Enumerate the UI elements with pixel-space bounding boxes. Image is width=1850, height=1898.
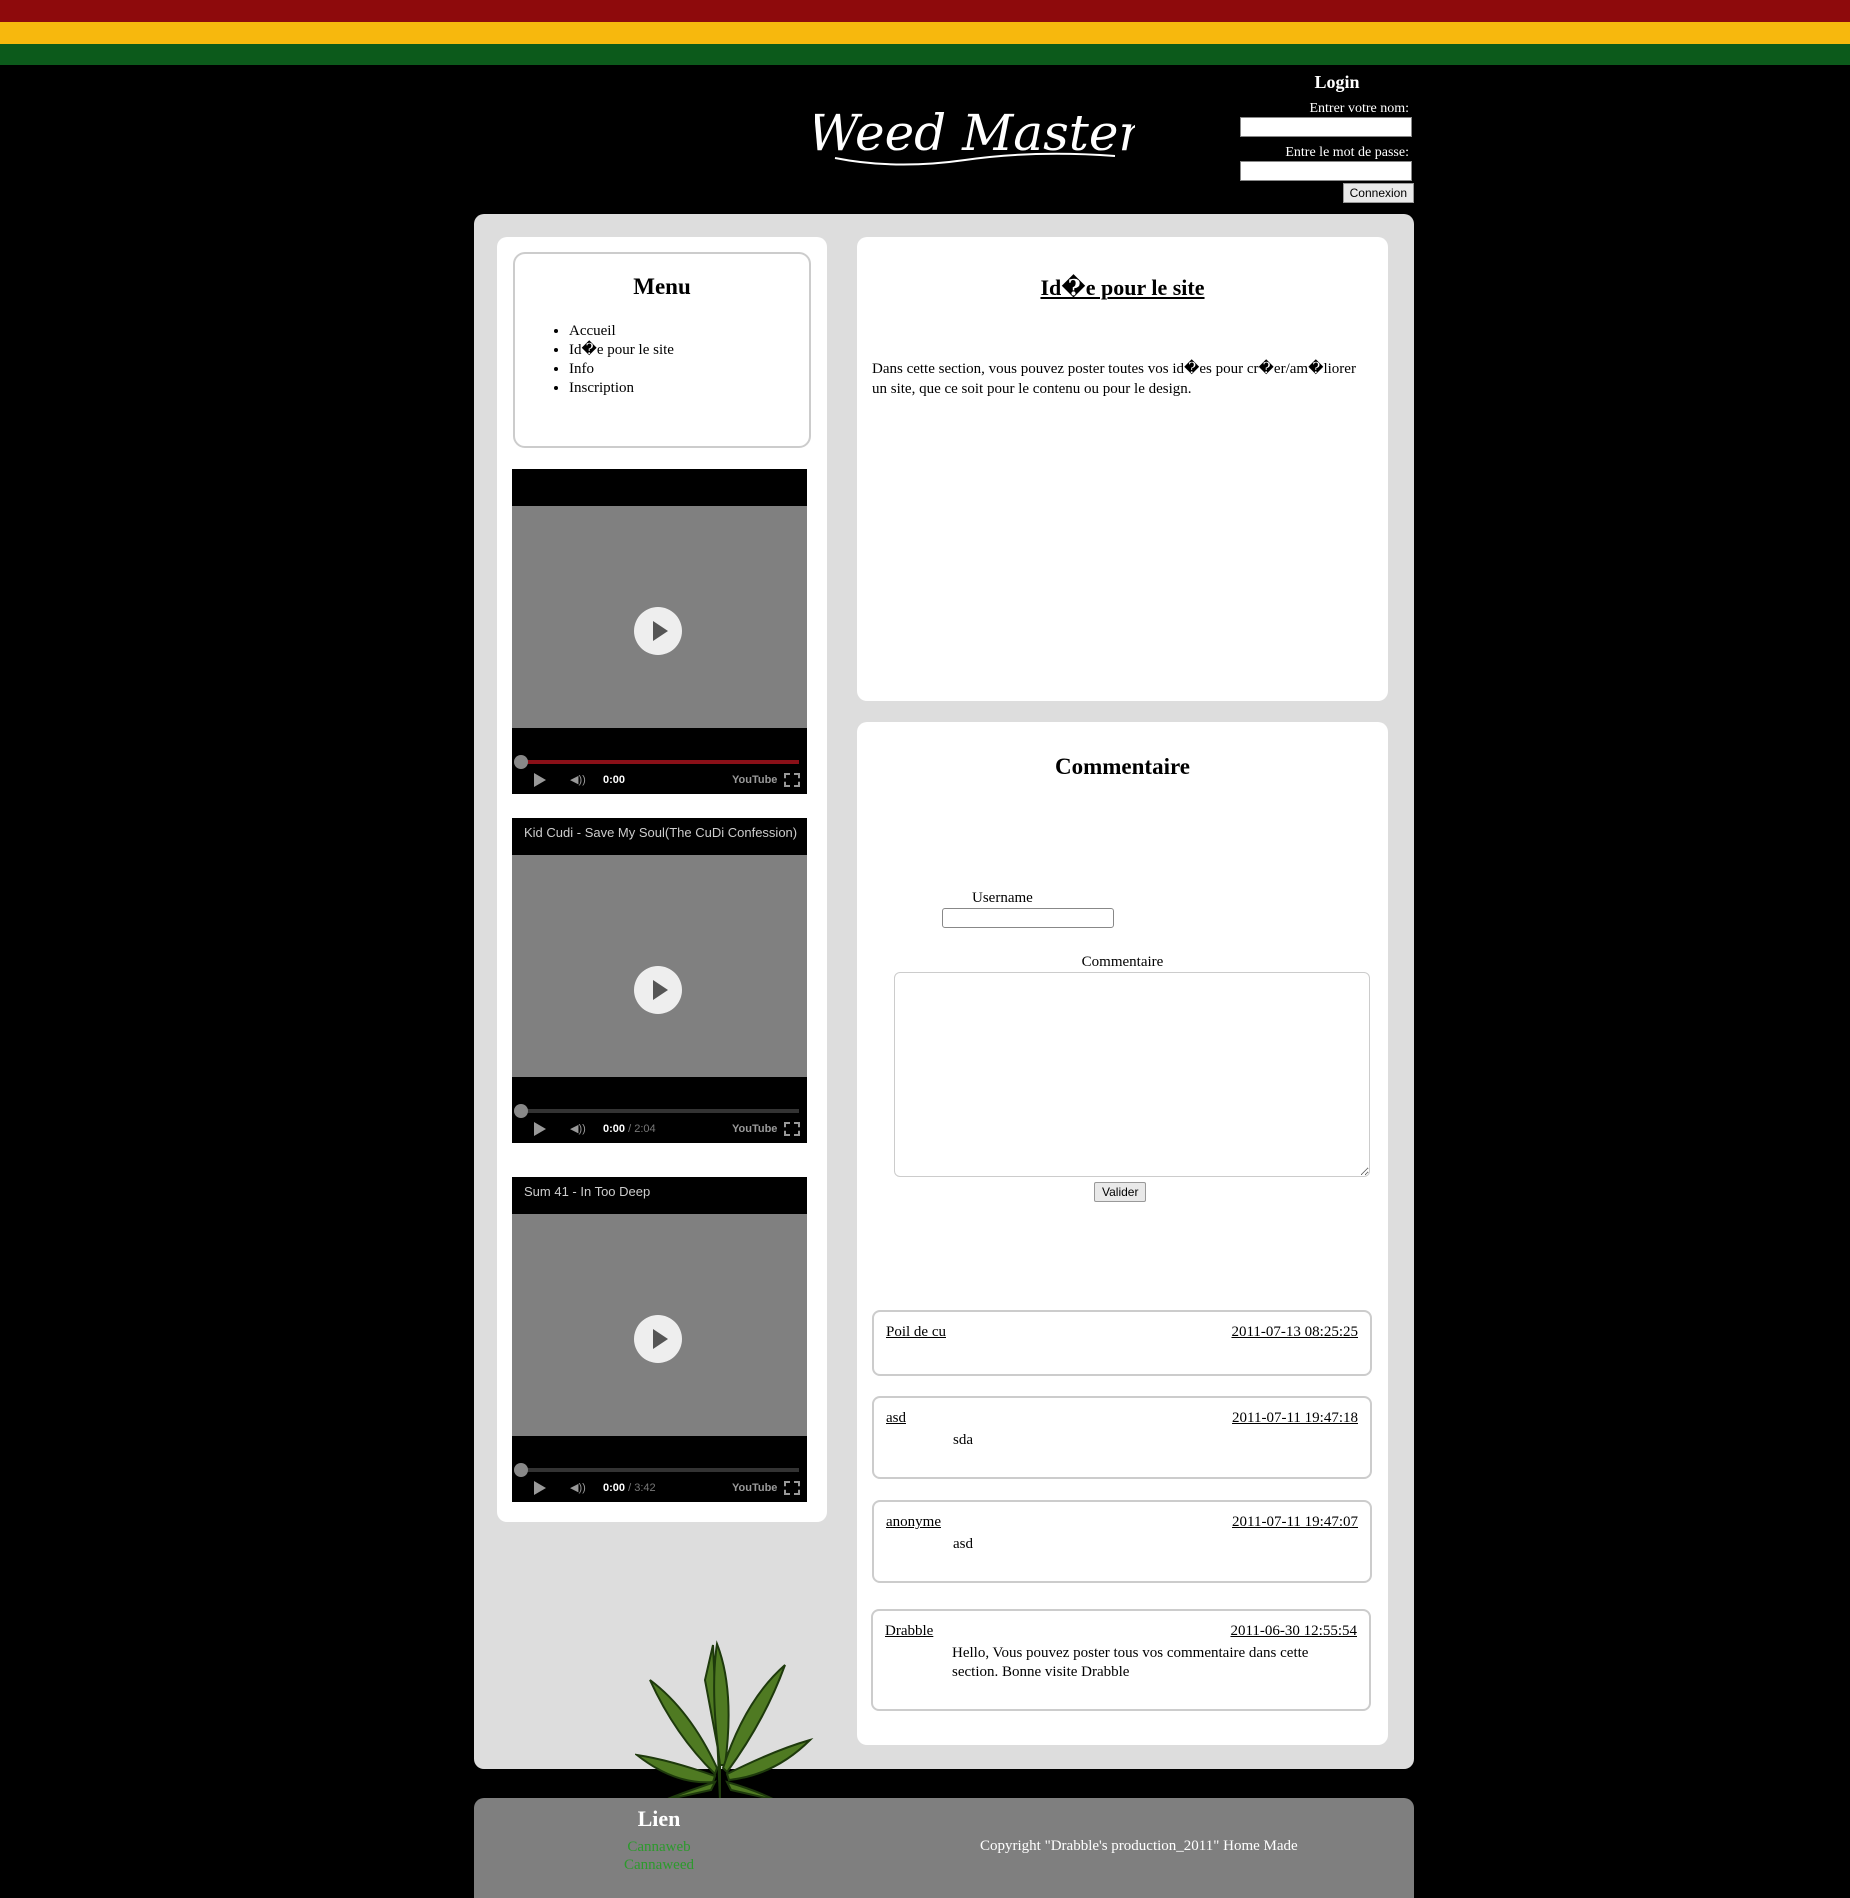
login-title: Login xyxy=(1314,72,1360,92)
comment-item: asd 2011-07-11 19:47:18 sda xyxy=(872,1396,1372,1479)
menu-box: Menu Accueil Id�e pour le site Info Insc… xyxy=(513,252,811,448)
submit-comment-button[interactable]: Valider xyxy=(1094,1182,1147,1202)
small-play-icon[interactable] xyxy=(534,1122,546,1136)
login-name-input[interactable] xyxy=(1240,117,1412,137)
play-icon[interactable] xyxy=(634,966,682,1014)
progress-knob[interactable] xyxy=(514,755,528,769)
video-time: 0:00 / 2:04 xyxy=(603,1123,656,1135)
video-progress[interactable] xyxy=(520,760,799,764)
comment-item: Poil de cu 2011-07-13 08:25:25 xyxy=(872,1310,1372,1376)
flag-stripe-green xyxy=(0,44,1850,65)
video-time: 0:00 / 3:42 xyxy=(603,1482,656,1494)
comment-body: sda xyxy=(953,1432,973,1448)
video-title: Kid Cudi - Save My Soul(The CuDi Confess… xyxy=(512,818,807,855)
menu-item-accueil[interactable]: Accueil xyxy=(569,322,674,341)
comment-user[interactable]: anonyme xyxy=(886,1514,941,1531)
password-label: Entre le mot de passe: xyxy=(1285,145,1409,160)
comment-date[interactable]: 2011-07-11 19:47:07 xyxy=(1232,1514,1358,1531)
comment-label: Commentaire xyxy=(1081,954,1164,970)
small-play-icon[interactable] xyxy=(534,1481,546,1495)
footer-links: Cannaweb Cannaweed xyxy=(474,1838,844,1874)
content-text: Dans cette section, vous pouvez poster t… xyxy=(872,361,1356,397)
video-player-1[interactable]: ◀)) 0:00 YouTube xyxy=(512,469,807,794)
flag-stripe-red xyxy=(0,0,1850,22)
logo-text: Weed Master xyxy=(815,104,1135,162)
progress-knob[interactable] xyxy=(514,1463,528,1477)
fullscreen-icon[interactable] xyxy=(784,1122,800,1136)
volume-icon[interactable]: ◀)) xyxy=(570,1121,588,1137)
name-label: Entrer votre nom: xyxy=(1309,101,1409,116)
comment-title: Commentaire xyxy=(1055,754,1190,779)
comment-user[interactable]: Drabble xyxy=(885,1623,933,1640)
comment-body: asd xyxy=(953,1536,973,1552)
progress-knob[interactable] xyxy=(514,1104,528,1118)
comment-user[interactable]: asd xyxy=(886,1410,906,1427)
play-icon[interactable] xyxy=(634,607,682,655)
video-controls: ◀)) 0:00 YouTube xyxy=(512,728,807,794)
fullscreen-icon[interactable] xyxy=(784,773,800,787)
youtube-logo[interactable]: YouTube xyxy=(732,1121,777,1137)
youtube-logo[interactable]: YouTube xyxy=(732,1480,777,1496)
volume-icon[interactable]: ◀)) xyxy=(570,1480,588,1496)
volume-icon[interactable]: ◀)) xyxy=(570,772,588,788)
menu-item-inscription[interactable]: Inscription xyxy=(569,379,674,398)
menu-title: Menu xyxy=(633,274,691,299)
cannabis-leaf-icon xyxy=(635,1640,814,1800)
comment-body: Hello, Vous pouvez poster tous vos comme… xyxy=(952,1645,1309,1680)
video-title: Sum 41 - In Too Deep xyxy=(512,1177,807,1214)
footer: Lien Cannaweb Cannaweed Copyright "Drabb… xyxy=(474,1798,1414,1898)
links-title: Lien xyxy=(637,1806,681,1831)
comment-panel: Commentaire Username Commentaire Valider… xyxy=(857,722,1388,1745)
comment-date[interactable]: 2011-06-30 12:55:54 xyxy=(1230,1623,1357,1640)
play-icon[interactable] xyxy=(634,1315,682,1363)
comment-user[interactable]: Poil de cu xyxy=(886,1324,946,1341)
comment-date[interactable]: 2011-07-13 08:25:25 xyxy=(1231,1324,1358,1341)
menu-item-info[interactable]: Info xyxy=(569,360,674,379)
video-progress[interactable] xyxy=(520,1109,799,1113)
link-cannaweb[interactable]: Cannaweb xyxy=(474,1838,844,1856)
youtube-logo[interactable]: YouTube xyxy=(732,772,777,788)
username-label: Username xyxy=(972,890,1033,906)
comment-item: anonyme 2011-07-11 19:47:07 asd xyxy=(872,1500,1372,1583)
small-play-icon[interactable] xyxy=(534,773,546,787)
site-logo: Weed Master xyxy=(815,104,1135,166)
page-title: Id�e pour le site xyxy=(1040,275,1205,300)
login-panel: Login Entrer votre nom: Entre le mot de … xyxy=(1240,72,1414,203)
login-button[interactable]: Connexion xyxy=(1342,183,1414,203)
menu-list: Accueil Id�e pour le site Info Inscripti… xyxy=(555,322,674,398)
video-player-3[interactable]: Sum 41 - In Too Deep ◀)) 0:00 / 3:42 You… xyxy=(512,1177,807,1502)
video-progress[interactable] xyxy=(520,1468,799,1472)
content-panel: Id�e pour le site Dans cette section, vo… xyxy=(857,237,1388,701)
flag-stripe-yellow xyxy=(0,22,1850,44)
video-controls: ◀)) 0:00 / 2:04 YouTube xyxy=(512,1077,807,1143)
menu-item-idee[interactable]: Id�e pour le site xyxy=(569,341,674,360)
video-title xyxy=(512,469,807,506)
comment-textarea[interactable] xyxy=(894,972,1370,1177)
video-time: 0:00 xyxy=(603,774,626,786)
video-player-2[interactable]: Kid Cudi - Save My Soul(The CuDi Confess… xyxy=(512,818,807,1143)
link-cannaweed[interactable]: Cannaweed xyxy=(474,1856,844,1874)
username-input[interactable] xyxy=(942,908,1114,928)
video-controls: ◀)) 0:00 / 3:42 YouTube xyxy=(512,1436,807,1502)
fullscreen-icon[interactable] xyxy=(784,1481,800,1495)
comment-date[interactable]: 2011-07-11 19:47:18 xyxy=(1232,1410,1358,1427)
copyright-text: Copyright "Drabble's production_2011" Ho… xyxy=(980,1838,1298,1854)
login-password-input[interactable] xyxy=(1240,161,1412,181)
comment-item: Drabble 2011-06-30 12:55:54 Hello, Vous … xyxy=(871,1609,1371,1711)
